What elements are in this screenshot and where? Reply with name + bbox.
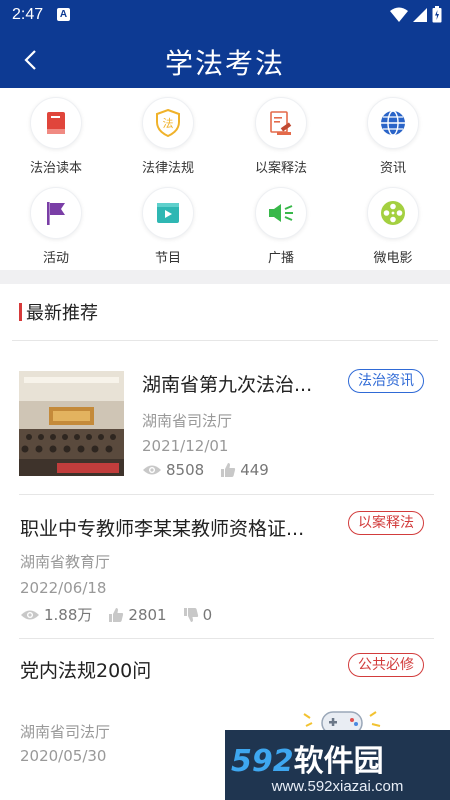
gavel-document-icon bbox=[270, 111, 292, 135]
article-source: 湖南省教育厅 bbox=[20, 553, 111, 571]
article-stats: 1.88万 2801 0 bbox=[20, 604, 228, 625]
grid-label: 资讯 bbox=[379, 161, 406, 176]
section-title: 最新推荐 bbox=[26, 303, 98, 324]
article-stats: 8508 449 bbox=[142, 461, 285, 479]
notification-badge: A bbox=[57, 8, 70, 21]
grid-item-micro-film[interactable]: 微电影 bbox=[337, 178, 449, 268]
globe-icon bbox=[381, 110, 405, 136]
article-tag: 公共必修 bbox=[348, 653, 424, 677]
watermark-brand: 592 bbox=[231, 744, 294, 779]
video-play-icon bbox=[157, 203, 179, 223]
grid-label: 法治读本 bbox=[29, 161, 82, 176]
like-count[interactable]: 449 bbox=[220, 461, 269, 479]
view-count-text: 8508 bbox=[166, 461, 205, 479]
eye-icon bbox=[143, 465, 161, 475]
article-title: 党内法规200问 bbox=[20, 660, 152, 682]
grid-label: 微电影 bbox=[373, 251, 413, 266]
thumbs-up-icon bbox=[221, 463, 236, 477]
page-title: 学法考法 bbox=[164, 47, 285, 80]
article-date: 2021/12/01 bbox=[142, 437, 229, 455]
signal-icon bbox=[413, 7, 427, 22]
book-icon bbox=[47, 112, 65, 134]
section-accent-bar bbox=[19, 303, 22, 321]
grid-label: 活动 bbox=[42, 251, 69, 266]
thumbs-down-icon bbox=[183, 607, 198, 622]
grid-label: 节目 bbox=[154, 251, 181, 266]
article-source: 湖南省司法厅 bbox=[20, 723, 111, 741]
battery-icon bbox=[432, 6, 442, 23]
grid-item-reading[interactable]: 法治读本 bbox=[0, 88, 112, 178]
flag-icon bbox=[47, 202, 65, 225]
status-icons bbox=[390, 6, 442, 23]
grid-item-activity[interactable]: 活动 bbox=[0, 178, 112, 268]
article-title: 湖南省第九次法治... bbox=[142, 374, 313, 396]
article-date: 2022/06/18 bbox=[20, 579, 107, 597]
article-source: 湖南省司法厅 bbox=[142, 412, 233, 430]
section-divider bbox=[0, 270, 450, 284]
article-tag: 以案释法 bbox=[348, 511, 424, 535]
grid-label: 广播 bbox=[267, 251, 294, 266]
speaker-icon bbox=[269, 204, 293, 222]
article-tag: 法治资讯 bbox=[348, 369, 424, 393]
article-item[interactable]: 职业中专教师李某某教师资格证... 以案释法 湖南省教育厅 2022/06/18… bbox=[0, 495, 450, 638]
watermark-url: www.592xiazai.com bbox=[271, 778, 404, 795]
view-count-text: 1.88万 bbox=[44, 606, 93, 624]
article-thumbnail bbox=[19, 371, 124, 476]
status-bar: 2:47 A bbox=[0, 0, 450, 30]
dislike-count[interactable]: 0 bbox=[183, 605, 213, 624]
like-count-text: 449 bbox=[240, 461, 269, 479]
article-date: 2020/05/30 bbox=[20, 747, 107, 765]
grid-item-cases[interactable]: 以案释法 bbox=[225, 88, 337, 178]
svg-text:法: 法 bbox=[163, 116, 174, 130]
status-time: 2:47 bbox=[12, 6, 44, 23]
watermark-logo: 592软件园 www.592xiazai.com bbox=[225, 730, 450, 800]
dislike-count-text: 0 bbox=[202, 605, 213, 624]
view-count: 1.88万 bbox=[20, 604, 92, 625]
article-item[interactable]: 湖南省第九次法治... 法治资讯 湖南省司法厅 2021/12/01 8508 … bbox=[0, 340, 450, 495]
film-reel-icon bbox=[381, 201, 405, 225]
grid-label: 法律法规 bbox=[141, 161, 194, 176]
eye-icon bbox=[21, 610, 39, 619]
like-count-text: 2801 bbox=[128, 605, 167, 624]
article-title: 职业中专教师李某某教师资格证... bbox=[20, 518, 305, 540]
thumbs-up-icon bbox=[109, 607, 124, 622]
grid-item-news[interactable]: 资讯 bbox=[337, 88, 449, 178]
grid-item-broadcast[interactable]: 广播 bbox=[225, 178, 337, 268]
grid-item-laws[interactable]: 法 法律法规 bbox=[112, 88, 224, 178]
shield-law-icon: 法 bbox=[156, 109, 180, 137]
like-count[interactable]: 2801 bbox=[108, 605, 167, 624]
grid-label: 以案释法 bbox=[254, 161, 307, 176]
watermark-brand-cn: 软件园 bbox=[293, 744, 384, 779]
category-grid: 法治读本 法 法律法规 以案释法 资讯 活动 节目 广播 微电影 bbox=[0, 88, 450, 270]
view-count: 8508 bbox=[142, 461, 204, 479]
app-bar: 学法考法 bbox=[0, 30, 450, 88]
grid-item-programs[interactable]: 节目 bbox=[112, 178, 224, 268]
wifi-icon bbox=[390, 7, 408, 22]
